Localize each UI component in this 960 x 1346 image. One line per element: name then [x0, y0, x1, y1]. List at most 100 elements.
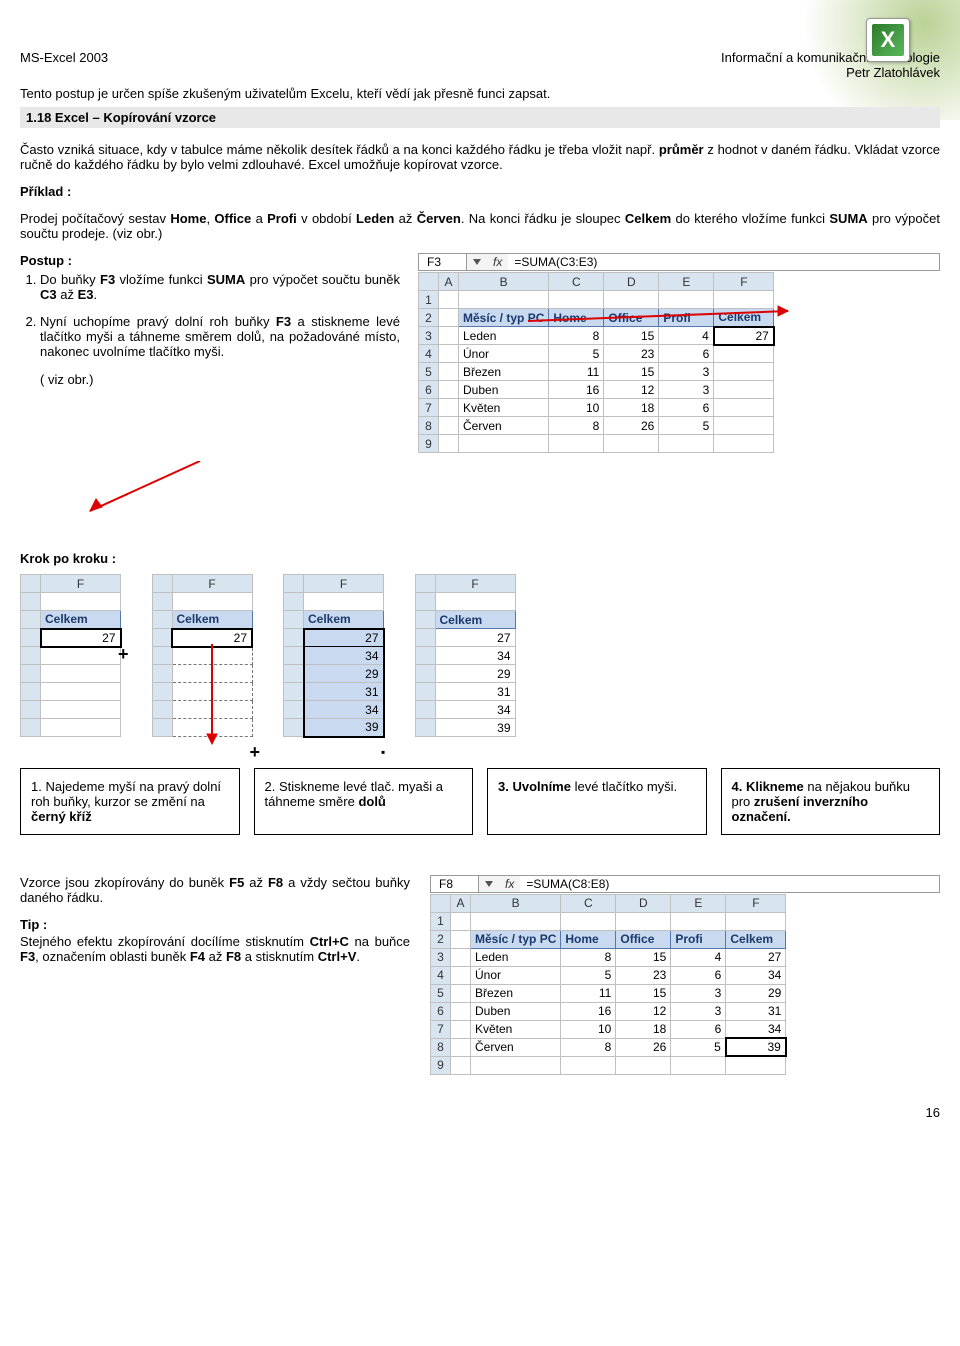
- ti: a stisknutím: [241, 949, 318, 964]
- header-left: MS-Excel 2003: [20, 50, 108, 80]
- header-right-2: Petr Zlatohlávek: [721, 65, 940, 80]
- m2-r6: [152, 683, 172, 701]
- m3-v1: 34: [304, 647, 384, 665]
- m2-r7: [152, 701, 172, 719]
- m4-r5: [415, 665, 435, 683]
- s1e: pro výpočet součtu buněk: [245, 272, 400, 287]
- t1-r0-c0: Leden: [459, 327, 549, 345]
- m2-r1: [152, 593, 172, 611]
- s2b: F3: [276, 314, 291, 329]
- m4-hdr: Celkem: [435, 611, 515, 629]
- t2-r5-c4: 39: [726, 1038, 786, 1056]
- t2-row-4: 4: [431, 966, 451, 984]
- th: F8: [226, 949, 241, 964]
- m1-r7: [21, 701, 41, 719]
- m2-r8: [152, 719, 172, 737]
- m3-r6: [284, 683, 304, 701]
- t2-r4-c1: 10: [561, 1020, 616, 1038]
- t2-r3-c0: Duben: [471, 1002, 561, 1020]
- p1-b: průměr: [659, 142, 704, 157]
- postup-label: Postup :: [20, 253, 400, 268]
- b3a: 3. Uvolníme: [498, 779, 571, 794]
- m3-r4: [284, 647, 304, 665]
- b2b: dolů: [358, 794, 385, 809]
- b1b: černý kříž: [31, 809, 92, 824]
- m4-v5: 39: [435, 719, 515, 737]
- m1-r4: [21, 647, 41, 665]
- t1-r5-c2: 26: [604, 417, 659, 435]
- t2-r4-c3: 6: [671, 1020, 726, 1038]
- td: F3: [20, 949, 35, 964]
- p2-j: Červen: [417, 211, 461, 226]
- excel-table-2: A B C D E F 1 2 Měsíc / typ PC Home Offi…: [430, 894, 787, 1075]
- t2-h0: Měsíc / typ PC: [471, 930, 561, 948]
- m3-v2: 29: [304, 665, 384, 683]
- m2-r4: [152, 647, 172, 665]
- mini-table-4: F Celkem 27 34 29 31 34 39: [415, 574, 516, 737]
- t1-r2-c4: [714, 363, 774, 381]
- t2-col-D: D: [616, 894, 671, 912]
- excel-table-1: A B C D E F 1 2 Měsíc / typ PC Home Offi…: [418, 272, 775, 453]
- m3-col: F: [304, 575, 384, 593]
- m2-v3: [172, 683, 252, 701]
- m1-v1: [41, 647, 121, 665]
- m4-col: F: [435, 575, 515, 593]
- t1-r1-c3: 6: [659, 345, 714, 363]
- t2-row-8: 8: [431, 1038, 451, 1056]
- formula-bar-1: F3 fx =SUMA(C3:E3): [418, 253, 940, 271]
- s1c: vložíme funkci: [115, 272, 207, 287]
- viz-obr: ( viz obr.): [40, 372, 400, 387]
- m3-corner: [284, 575, 304, 593]
- m4-v2: 29: [435, 665, 515, 683]
- m1-hdr: Celkem: [41, 611, 121, 629]
- hdr-office: Office: [604, 309, 659, 327]
- p2-i: až: [394, 211, 416, 226]
- m3-v3: 31: [304, 683, 384, 701]
- fp1c: až: [244, 875, 268, 890]
- tip-label: Tip :: [20, 917, 410, 932]
- step-box-4: 4. Klikneme na nějakou buňku pro zrušení…: [721, 768, 941, 835]
- t2-r5-c3: 5: [671, 1038, 726, 1056]
- s1d: SUMA: [207, 272, 245, 287]
- paragraph-1: Často vzniká situace, kdy v tabulce máme…: [20, 142, 940, 172]
- m3-r5: [284, 665, 304, 683]
- t2-h2: Office: [616, 930, 671, 948]
- t2-row-5: 5: [431, 984, 451, 1002]
- t1-r5-c0: Červen: [459, 417, 549, 435]
- m4-r6: [415, 683, 435, 701]
- s1a: Do buňky: [40, 272, 100, 287]
- m4-v0: 27: [435, 629, 515, 647]
- paragraph-2: Prodej počítačový sestav Home, Office a …: [20, 211, 940, 241]
- b2a: 2. Stiskneme levé tlač. myaši a táhneme …: [265, 779, 443, 809]
- t1-r2-c3: 3: [659, 363, 714, 381]
- tb: Ctrl+C: [310, 934, 349, 949]
- col-A: A: [439, 273, 459, 291]
- m3-hdr: Celkem: [304, 611, 384, 629]
- step-box-2: 2. Stiskneme levé tlač. myaši a táhneme …: [254, 768, 474, 835]
- t1-r3-c2: 12: [604, 381, 659, 399]
- p2-d: Office: [214, 211, 251, 226]
- fill-handle-icon: ▪: [381, 746, 385, 758]
- s1h: E3: [78, 287, 94, 302]
- t1-r3-c3: 3: [659, 381, 714, 399]
- namebox-dropdown-icon-2: [485, 881, 493, 887]
- m3-r3: [284, 629, 304, 647]
- m2-r2: [152, 611, 172, 629]
- formula-bar-2: F8 fx =SUMA(C8:E8): [430, 875, 940, 893]
- t2-r1-c0: Únor: [471, 966, 561, 984]
- intro-text: Tento postup je určen spíše zkušeným uži…: [20, 86, 940, 101]
- t1-r4-c3: 6: [659, 399, 714, 417]
- t2-h3: Profi: [671, 930, 726, 948]
- row-7: 7: [419, 399, 439, 417]
- p2-g: v období: [297, 211, 356, 226]
- namebox-dropdown-icon: [473, 259, 481, 265]
- s1g: až: [57, 287, 78, 302]
- t2-h1: Home: [561, 930, 616, 948]
- m2-col: F: [172, 575, 252, 593]
- step-2: Nyní uchopíme pravý dolní roh buňky F3 a…: [40, 314, 400, 359]
- s1i: .: [94, 287, 98, 302]
- m3-v5: 39: [304, 719, 384, 737]
- m4-r1: [415, 593, 435, 611]
- p2-n: SUMA: [829, 211, 867, 226]
- t2-r2-c3: 3: [671, 984, 726, 1002]
